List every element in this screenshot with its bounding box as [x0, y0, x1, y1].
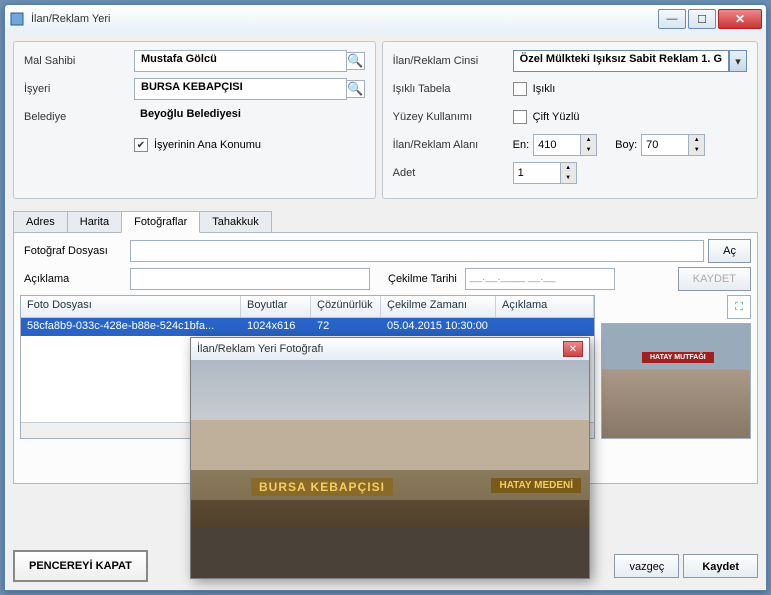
app-icon — [9, 11, 25, 27]
alan-label: İlan/Reklam Alanı — [393, 139, 513, 151]
isyeri-search-icon[interactable]: 🔍 — [347, 80, 365, 98]
ac-button[interactable]: Aç — [708, 239, 751, 263]
en-spinner[interactable]: ▲▼ — [533, 134, 597, 156]
aciklama-label: Açıklama — [20, 273, 130, 285]
tab-harita[interactable]: Harita — [67, 211, 122, 233]
isyeri-label: İşyeri — [24, 83, 134, 95]
belediye-value: Beyoğlu Belediyesi — [134, 106, 365, 128]
col-cekilme-zamani[interactable]: Çekilme Zamanı — [381, 296, 496, 317]
mal-sahibi-input[interactable]: Mustafa Gölcü — [134, 50, 347, 72]
dosya-input[interactable] — [130, 240, 704, 262]
vazgec-button[interactable]: vazgeç — [614, 554, 679, 578]
adet-label: Adet — [393, 167, 513, 179]
cekilme-label: Çekilme Tarihi — [388, 273, 457, 285]
photo-thumbnail[interactable]: HATAY MUTFAĞI — [601, 323, 751, 439]
isyeri-input[interactable]: BURSA KEBAPÇISI — [134, 78, 347, 100]
tab-fotograflar[interactable]: Fotoğraflar — [121, 211, 200, 233]
yuzey-checkbox[interactable] — [513, 110, 527, 124]
yuzey-text: Çift Yüzlü — [533, 111, 580, 123]
popup-image: BURSA KEBAPÇISI HATAY MEDENİ — [191, 360, 589, 578]
mal-sahibi-label: Mal Sahibi — [24, 55, 134, 67]
kaydet-button[interactable]: Kaydet — [683, 554, 758, 578]
maximize-button[interactable] — [688, 9, 716, 29]
minimize-button[interactable] — [658, 9, 686, 29]
window-title: İlan/Reklam Yeri — [31, 13, 658, 25]
tab-adres[interactable]: Adres — [13, 211, 68, 233]
mal-sahibi-search-icon[interactable]: 🔍 — [347, 52, 365, 70]
kaydet-photo-button[interactable]: KAYDET — [678, 267, 751, 291]
cekilme-input[interactable]: __.__.____ __.__ — [465, 268, 615, 290]
cinsi-label: İlan/Reklam Cinsi — [393, 55, 513, 67]
tab-tahakkuk[interactable]: Tahakkuk — [199, 211, 271, 233]
cinsi-combo[interactable]: Özel Mülkteki Işıksız Sabit Reklam 1. G — [513, 50, 747, 72]
col-cozunurluk[interactable]: Çözünürlük — [311, 296, 381, 317]
isikli-label: Işıklı Tabela — [393, 83, 513, 95]
aciklama-input[interactable] — [130, 268, 370, 290]
col-foto-dosyasi[interactable]: Foto Dosyası — [21, 296, 241, 317]
col-aciklama[interactable]: Açıklama — [496, 296, 594, 317]
isikli-checkbox[interactable] — [513, 82, 527, 96]
isikli-text: Işıklı — [533, 83, 556, 95]
boy-spinner[interactable]: ▲▼ — [641, 134, 705, 156]
popup-title: İlan/Reklam Yeri Fotoğrafı — [197, 343, 563, 355]
close-button[interactable] — [718, 9, 762, 29]
dosya-label: Fotoğraf Dosyası — [20, 245, 130, 257]
boy-label: Boy: — [615, 139, 637, 151]
col-boyutlar[interactable]: Boyutlar — [241, 296, 311, 317]
pencere-kapat-button[interactable]: PENCEREYİ KAPAT — [13, 550, 148, 582]
yuzey-label: Yüzey Kullanımı — [393, 111, 513, 123]
photo-popup[interactable]: İlan/Reklam Yeri Fotoğrafı BURSA KEBAPÇI… — [190, 337, 590, 579]
expand-icon[interactable]: ⛶ — [727, 295, 751, 319]
ana-konum-label: İşyerinin Ana Konumu — [154, 139, 261, 151]
popup-close-button[interactable] — [563, 341, 583, 357]
adet-spinner[interactable]: ▲▼ — [513, 162, 577, 184]
belediye-label: Belediye — [24, 111, 134, 123]
en-label: En: — [513, 139, 530, 151]
table-row[interactable]: 58cfa8b9-033c-428e-b88e-524c1bfa... 1024… — [21, 318, 594, 336]
chevron-down-icon[interactable] — [729, 50, 747, 72]
ana-konum-checkbox[interactable] — [134, 138, 148, 152]
